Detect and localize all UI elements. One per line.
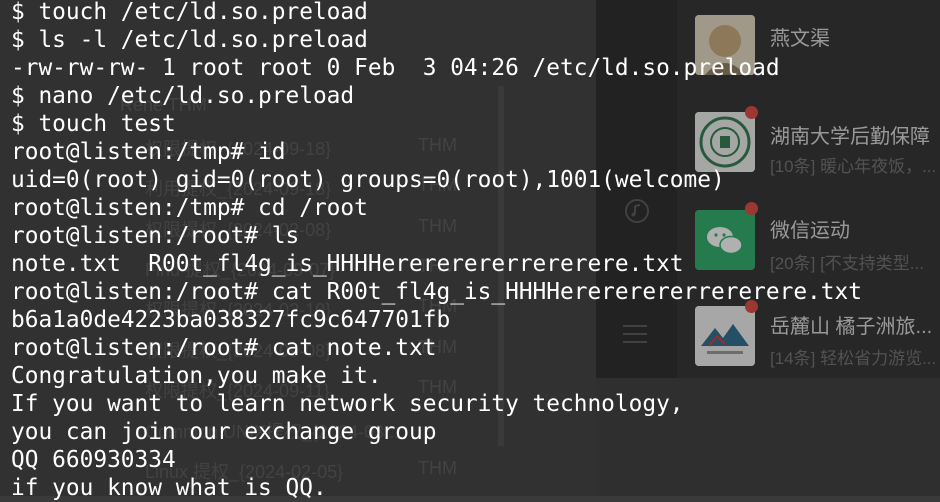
terminal-line: b6a1a0de4223ba038327fc9c647701fb (11, 307, 451, 333)
terminal-line: if you know what is QQ. (11, 475, 327, 501)
terminal-line: $ touch /etc/ld.so.preload (11, 0, 368, 25)
terminal-line: root@listen:/tmp# id (11, 139, 286, 165)
terminal-line: uid=0(root) gid=0(root) groups=0(root),1… (11, 167, 725, 193)
terminal-line: $ nano /etc/ld.so.preload (11, 83, 355, 109)
terminal-line: root@listen:/root# cat R00t_fl4g_is_HHHH… (11, 279, 862, 305)
terminal-window[interactable]: $ touch /etc/ld.so.preload $ ls -l /etc/… (0, 0, 940, 501)
terminal-line: $ touch test (11, 111, 176, 137)
terminal-line: $ ls -l /etc/ld.so.preload (11, 27, 368, 53)
terminal-line: QQ 660930334 (11, 447, 176, 473)
terminal-line: If you want to learn network security te… (11, 391, 684, 417)
terminal-line: note.txt R00t_fl4g_is_HHHHerererererrere… (11, 251, 684, 277)
terminal-line: -rw-rw-rw- 1 root root 0 Feb 3 04:26 /et… (11, 55, 780, 81)
terminal-line: you can join our exchange group (11, 419, 437, 445)
terminal-line: root@listen:/root# ls (11, 223, 300, 249)
terminal-line: root@listen:/tmp# cd /root (11, 195, 368, 221)
terminal-line: root@listen:/root# cat note.txt (11, 335, 437, 361)
terminal-line: Congratulation,you make it. (11, 363, 382, 389)
